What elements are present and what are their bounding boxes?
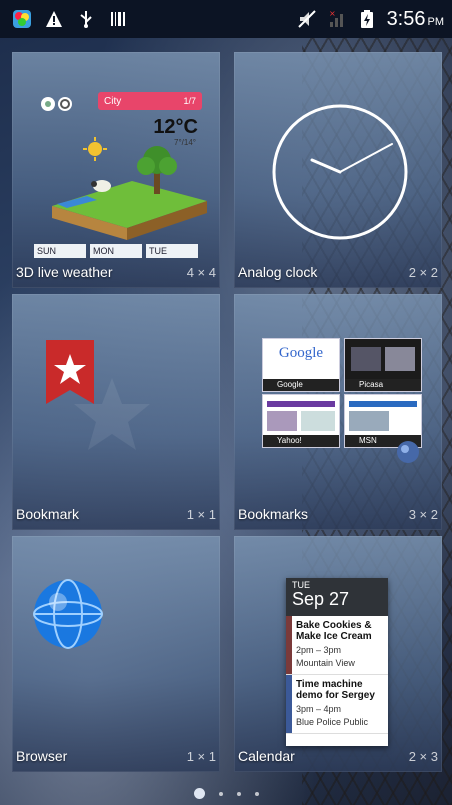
weather-day: MON [90, 244, 142, 258]
event-location: Blue Police Public [296, 717, 369, 727]
page-indicator[interactable] [0, 788, 452, 799]
page-dot[interactable] [218, 791, 223, 796]
weather-days: SUN MON TUE [34, 244, 198, 258]
widget-browser[interactable]: Browser 1 × 1 [12, 536, 220, 772]
bookmark-thumb: Yahoo! [262, 394, 340, 448]
page-dot-active[interactable] [193, 788, 205, 799]
widget-size: 2 × 2 [408, 265, 438, 280]
widget-label: 3D live weather [16, 264, 113, 280]
widget-bookmarks[interactable]: Google Google Picasa Yahoo! MSN Bookmark… [234, 294, 442, 530]
globe-icon [396, 440, 420, 468]
widget-label: Analog clock [238, 264, 318, 280]
weather-day: TUE [146, 244, 198, 258]
weather-temp: 12°C [153, 116, 198, 138]
barcode-icon [108, 9, 128, 29]
event-color-bar [286, 675, 292, 733]
event-time: 3pm – 4pm [296, 704, 342, 714]
bookmark-thumb: Google Google [262, 338, 340, 392]
widget-bookmark[interactable]: Bookmark 1 × 1 [12, 294, 220, 530]
calendar-event: Bake Cookies & Make Ice Cream 2pm – 3pm … [286, 616, 388, 675]
calendar-preview: TUE Sep 27 Bake Cookies & Make Ice Cream… [286, 578, 388, 746]
event-time: 2pm – 3pm [296, 645, 342, 655]
warning-icon [44, 9, 64, 29]
calendar-header: TUE Sep 27 [286, 578, 388, 616]
widget-label: Calendar [238, 748, 295, 764]
weather-city: City [104, 95, 122, 107]
bookmark-thumb-title: Google [263, 379, 339, 391]
page-dot[interactable] [236, 791, 241, 796]
weather-page: 1/7 [183, 96, 196, 106]
widget-3d-live-weather[interactable]: City 1/7 12°C 7°/14° SUN MON TUE 3D live… [12, 52, 220, 288]
widget-analog-clock[interactable]: Analog clock 2 × 2 [234, 52, 442, 288]
event-title: Bake Cookies & [296, 620, 372, 631]
widget-size: 1 × 1 [186, 507, 216, 522]
usb-icon [76, 9, 96, 29]
widget-label: Browser [16, 748, 68, 764]
no-signal-icon: × [327, 9, 347, 29]
bookmark-thumb: Picasa [344, 338, 422, 392]
widget-calendar[interactable]: TUE Sep 27 Bake Cookies & Make Ice Cream… [234, 536, 442, 772]
clock-face-icon [270, 102, 410, 246]
status-ampm: PM [427, 15, 445, 28]
widget-size: 1 × 1 [186, 749, 216, 764]
event-color-bar [286, 616, 292, 674]
event-title: Time machine [296, 679, 363, 690]
battery-charging-icon [357, 9, 377, 29]
settings-icon [40, 96, 74, 116]
event-title: demo for Sergey [296, 690, 375, 701]
svg-text:×: × [329, 9, 336, 18]
mute-icon [297, 9, 317, 29]
event-location: Mountain View [296, 658, 355, 668]
star-watermark-icon [72, 374, 152, 458]
weather-city-bar: City 1/7 [98, 92, 202, 110]
calendar-event: Time machine demo for Sergey 3pm – 4pm B… [286, 675, 388, 734]
weather-island-illustration [42, 146, 212, 246]
app-icon [12, 9, 32, 29]
bookmark-thumb-title: Yahoo! [263, 435, 339, 447]
calendar-date: Sep 27 [292, 589, 350, 609]
bookmark-thumb-title: Picasa [345, 379, 421, 391]
widget-label: Bookmarks [238, 506, 309, 522]
weather-day: SUN [34, 244, 86, 258]
status-bar: × 3:56 PM [0, 0, 452, 38]
page-dot[interactable] [254, 791, 259, 796]
event-title: Make Ice Cream [296, 631, 372, 642]
google-logo: Google [278, 345, 324, 361]
widget-label: Bookmark [16, 506, 80, 522]
browser-globe-icon [32, 578, 104, 654]
widget-size: 4 × 4 [186, 265, 216, 280]
status-time: 3:56 [386, 7, 426, 30]
widget-size: 2 × 3 [408, 749, 438, 764]
widget-size: 3 × 2 [408, 507, 438, 522]
